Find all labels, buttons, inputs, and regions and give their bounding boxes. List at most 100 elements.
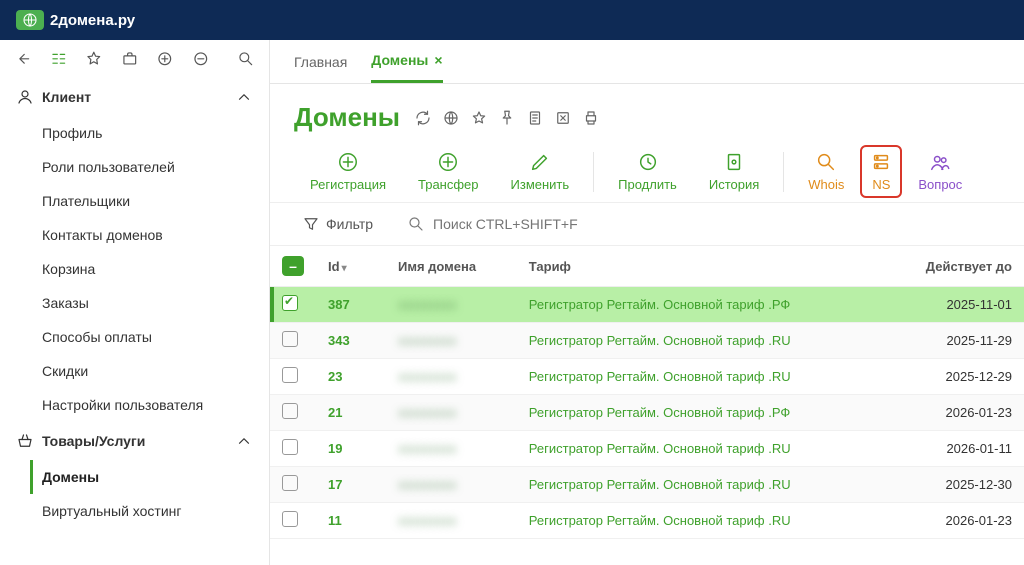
sidebar-item[interactable]: Скидки — [30, 354, 269, 388]
tab[interactable]: Главная — [294, 54, 347, 82]
cell-until: 2025-11-29 — [883, 323, 1024, 359]
tree-icon[interactable] — [50, 50, 68, 68]
refresh-icon[interactable] — [414, 109, 432, 127]
action-register[interactable]: Регистрация — [294, 145, 402, 198]
cell-id: 23 — [316, 359, 386, 395]
sidebar-section-products[interactable]: Товары/Услуги — [0, 422, 269, 460]
col-id[interactable]: Id▾ — [316, 246, 386, 287]
globe-icon[interactable] — [442, 109, 460, 127]
cell-id: 21 — [316, 395, 386, 431]
minus-icon[interactable] — [192, 50, 210, 68]
sidebar-section-client[interactable]: Клиент — [0, 78, 269, 116]
cell-until: 2026-01-11 — [883, 431, 1024, 467]
sidebar-item[interactable]: Настройки пользователя — [30, 388, 269, 422]
row-checkbox[interactable] — [282, 295, 298, 311]
cell-tariff: Регистратор Регтайм. Основной тариф .RU — [517, 467, 883, 503]
search-icon[interactable] — [237, 50, 255, 68]
col-tariff[interactable]: Тариф — [517, 246, 883, 287]
sidebar-item[interactable]: Корзина — [30, 252, 269, 286]
action-ns[interactable]: NS — [860, 145, 902, 198]
row-checkbox[interactable] — [282, 475, 298, 491]
cell-id: 387 — [316, 287, 386, 323]
action-history[interactable]: История — [693, 145, 775, 198]
table-row[interactable]: 11xxxxxxxxxРегистратор Регтайм. Основной… — [270, 503, 1024, 539]
star-icon[interactable] — [85, 50, 103, 68]
chevron-up-icon — [235, 432, 253, 450]
cell-id: 343 — [316, 323, 386, 359]
search-box[interactable] — [399, 209, 1000, 239]
cell-until: 2025-12-30 — [883, 467, 1024, 503]
cell-id: 19 — [316, 431, 386, 467]
row-checkbox[interactable] — [282, 439, 298, 455]
clipboard-icon[interactable] — [526, 109, 544, 127]
cell-name: xxxxxxxxx — [398, 369, 457, 384]
cell-name: xxxxxxxxx — [398, 441, 457, 456]
cell-tariff: Регистратор Регтайм. Основной тариф .RU — [517, 323, 883, 359]
doc-icon — [723, 151, 745, 173]
cell-name: xxxxxxxxx — [398, 405, 457, 420]
main: Главная Домены× Домены РегистрацияТрансфе… — [270, 40, 1024, 565]
chevron-up-icon — [235, 88, 253, 106]
tab[interactable]: Домены× — [371, 52, 442, 83]
search-small-icon — [407, 215, 425, 233]
domains-table: – Id▾ Имя домена Тариф Действует до 387x… — [270, 246, 1024, 539]
page-title-row: Домены — [270, 84, 1024, 139]
table-row[interactable]: 23 xxxxxxxxx Регистратор Регтайм. Основной… — [270, 359, 1024, 395]
cell-tariff: Регистратор Регтайм. Основной тариф .RU — [517, 431, 883, 467]
logo-icon — [16, 10, 44, 30]
sidebar-item[interactable]: Виртуальный хостинг — [30, 494, 269, 528]
sidebar-item[interactable]: Роли пользователей — [30, 150, 269, 184]
pencil-icon — [529, 151, 551, 173]
sidebar-item[interactable]: Домены — [30, 460, 269, 494]
table-row[interactable]: 19 xxxxxxxxx Регистратор Регтайм. Основной… — [270, 431, 1024, 467]
plus-icon[interactable] — [156, 50, 174, 68]
filter-icon — [302, 215, 320, 233]
table-row[interactable]: 17xxxxxxxxxРегистратор Регтайм. Основной… — [270, 467, 1024, 503]
print-icon[interactable] — [582, 109, 600, 127]
history-icon — [637, 151, 659, 173]
cell-tariff: Регистратор Регтайм. Основной тариф .RU — [517, 359, 883, 395]
action-whois[interactable]: Whois — [792, 145, 860, 198]
brand-text: 2домена.ру — [50, 12, 135, 29]
briefcase-icon[interactable] — [121, 50, 139, 68]
row-checkbox[interactable] — [282, 511, 298, 527]
sidebar-item[interactable]: Профиль — [30, 116, 269, 150]
star-outline-icon[interactable] — [470, 109, 488, 127]
cell-tariff: Регистратор Регтайм. Основной тариф .РФ — [517, 287, 883, 323]
back-icon[interactable] — [14, 50, 32, 68]
row-checkbox[interactable] — [282, 367, 298, 383]
cell-id: 17 — [316, 467, 386, 503]
export-icon[interactable] — [554, 109, 572, 127]
cell-until: 2025-11-01 — [883, 287, 1024, 323]
row-checkbox[interactable] — [282, 331, 298, 347]
sidebar-item[interactable]: Способы оплаты — [30, 320, 269, 354]
action-edit[interactable]: Изменить — [495, 145, 586, 198]
col-until[interactable]: Действует до — [883, 246, 1024, 287]
sidebar-item[interactable]: Плательщики — [30, 184, 269, 218]
cell-until: 2026-01-23 — [883, 503, 1024, 539]
sidebar-section-products-title: Товары/Услуги — [42, 433, 145, 449]
search-input[interactable] — [433, 216, 693, 232]
table-row[interactable]: 21xxxxxxxxxРегистратор Регтайм. Основной… — [270, 395, 1024, 431]
basket-icon — [16, 432, 34, 450]
table-row[interactable]: 387xxxxxxxxxРегистратор Регтайм. Основно… — [270, 287, 1024, 323]
actions-row: РегистрацияТрансферИзменить ПродлитьИстор… — [270, 139, 1024, 202]
sidebar-item[interactable]: Заказы — [30, 286, 269, 320]
page-title: Домены — [294, 102, 400, 133]
server-icon — [870, 151, 892, 173]
action-question[interactable]: Вопрос — [902, 145, 978, 198]
table-row[interactable]: 343xxxxxxxxxРегистратор Регтайм. Основно… — [270, 323, 1024, 359]
action-transfer[interactable]: Трансфер — [402, 145, 495, 198]
select-all-checkbox[interactable]: – — [282, 256, 304, 276]
pin-icon[interactable] — [498, 109, 516, 127]
close-icon[interactable]: × — [434, 52, 442, 68]
col-name[interactable]: Имя домена — [386, 246, 517, 287]
table-toolbar: Фильтр — [270, 202, 1024, 246]
topbar: 2домена.ру — [0, 0, 1024, 40]
sidebar-section-client-title: Клиент — [42, 89, 91, 105]
filter-button[interactable]: Фильтр — [294, 209, 381, 239]
sidebar-icon-strip — [0, 40, 269, 78]
row-checkbox[interactable] — [282, 403, 298, 419]
action-prolong[interactable]: Продлить — [602, 145, 693, 198]
sidebar-item[interactable]: Контакты доменов — [30, 218, 269, 252]
